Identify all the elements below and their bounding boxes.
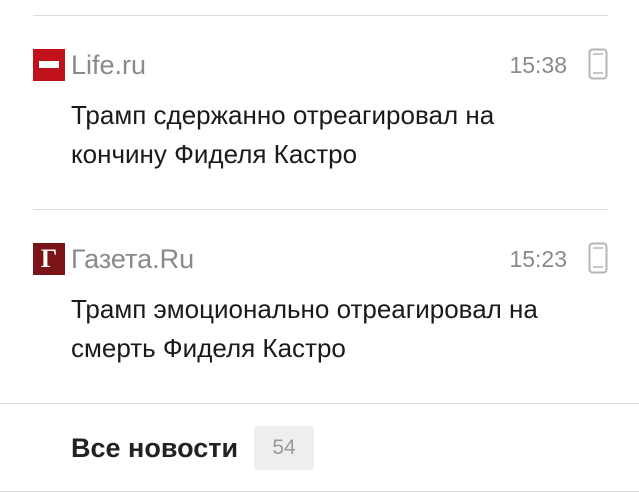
news-item[interactable]: Life.ru 15:38 Трамп сдержанно отреагиров…: [33, 46, 608, 169]
news-source[interactable]: Газета.Ru: [71, 242, 194, 276]
news-source[interactable]: Life.ru: [71, 48, 146, 82]
all-news-link[interactable]: Все новости 54: [71, 426, 315, 470]
divider: [33, 15, 608, 16]
news-headline[interactable]: Трамп эмоционально отреагировал на смерт…: [71, 290, 591, 368]
divider: [33, 209, 608, 210]
news-feed: Life.ru 15:38 Трамп сдержанно отреагиров…: [0, 0, 639, 493]
news-meta: Г Газета.Ru 15:23: [33, 240, 608, 276]
all-news-label[interactable]: Все новости: [71, 433, 238, 464]
news-count-badge: 54: [254, 426, 315, 470]
news-time: 15:23: [509, 246, 567, 272]
news-headline[interactable]: Трамп сдержанно отреагировал на кончину …: [71, 96, 591, 174]
news-time: 15:38: [509, 52, 567, 78]
gazeta-ru-logo-icon: Г: [33, 243, 65, 275]
mobile-phone-icon: [588, 48, 608, 80]
news-meta: Life.ru 15:38: [33, 46, 608, 82]
mobile-phone-icon: [588, 242, 608, 274]
life-ru-logo-icon: [33, 49, 65, 81]
divider: [0, 491, 639, 492]
divider: [0, 403, 639, 404]
news-item[interactable]: Г Газета.Ru 15:23 Трамп эмоционально отр…: [33, 240, 608, 363]
